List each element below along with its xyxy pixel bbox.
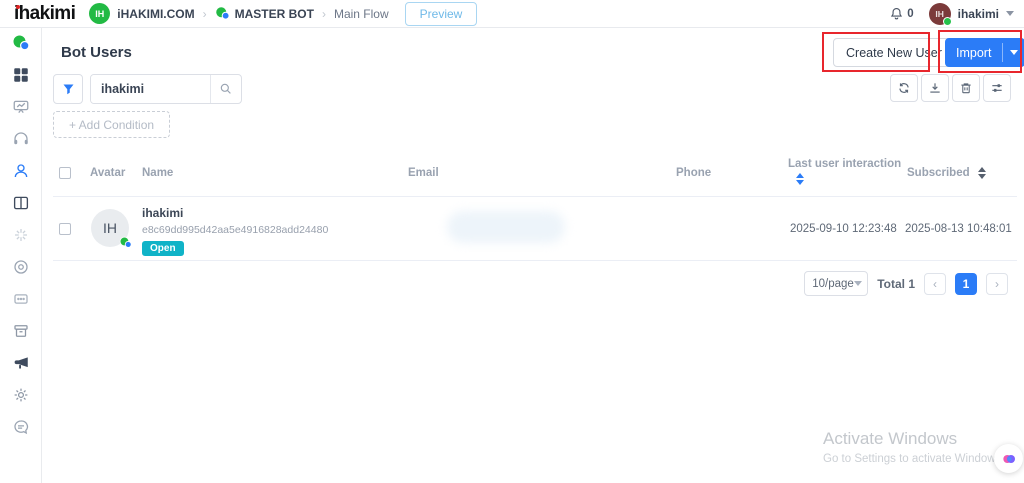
sidebar-item-disc-icon[interactable]	[12, 258, 30, 276]
sort-icon[interactable]	[977, 167, 986, 179]
filter-button[interactable]	[53, 74, 83, 104]
channel-chat-icon	[119, 236, 132, 249]
search-icon	[220, 83, 231, 94]
col-phone: Phone	[676, 167, 712, 179]
table-header: Avatar Name Email Phone Last user intera…	[53, 150, 1017, 197]
row-checkbox[interactable]	[59, 223, 71, 235]
user-menu-name[interactable]: ihakimi	[958, 7, 999, 21]
status-badge: Open	[142, 241, 184, 256]
row-last-interaction: 2025-09-10 12:23:48	[790, 223, 897, 235]
sidebar-item-comment-icon[interactable]	[12, 418, 30, 436]
brain-icon	[1002, 454, 1015, 463]
chevron-down-icon[interactable]	[1006, 11, 1014, 16]
col-subscribed[interactable]: Subscribed	[907, 167, 986, 179]
sidebar-item-sparkle-icon[interactable]	[12, 226, 30, 244]
col-last-interaction-label: Last user interaction	[788, 158, 902, 170]
sidebar-item-gear-icon[interactable]	[12, 386, 30, 404]
main-content: Bot Users Create New User Import + Add C…	[42, 28, 1024, 483]
assistant-float-button[interactable]	[994, 444, 1023, 473]
row-user-name[interactable]: ihakimi	[142, 206, 328, 220]
preview-button[interactable]: Preview	[404, 1, 478, 26]
email-redacted-blur	[447, 211, 565, 243]
table-toolbar	[890, 74, 1011, 102]
col-email: Email	[408, 167, 439, 179]
col-last-interaction[interactable]: Last user interaction	[788, 158, 901, 185]
col-name: Name	[142, 167, 174, 179]
sidebar-item-archive-box-icon[interactable]	[12, 322, 30, 340]
import-dropdown-toggle[interactable]	[1003, 38, 1024, 67]
notifications[interactable]: 0	[889, 6, 914, 21]
user-avatar[interactable]: IH	[928, 2, 952, 26]
bot-chat-icon	[215, 6, 230, 21]
sidebar-item-megaphone-icon[interactable]	[12, 354, 30, 372]
row-user-id: e8c69dd995d42aa5e4916828add24480	[142, 224, 329, 236]
import-button-label[interactable]: Import	[945, 38, 1002, 67]
workspace-avatar[interactable]: IH	[89, 3, 111, 24]
create-new-user-button[interactable]: Create New User	[833, 38, 955, 67]
sort-icon[interactable]	[796, 173, 804, 185]
table-row[interactable]: IH ihakimi e8c69dd995d42aa5e4916828add24…	[53, 197, 1017, 261]
trash-button[interactable]	[952, 74, 980, 102]
breadcrumb-workspace[interactable]: iHAKIMI.COM	[117, 7, 194, 21]
page-size-select[interactable]: 10/page	[804, 271, 869, 296]
chevron-down-icon	[853, 281, 862, 286]
watermark-subtitle: Go to Settings to activate Windows.	[823, 453, 1005, 465]
sidebar-item-headset-icon[interactable]	[12, 130, 30, 148]
row-subscribed: 2025-08-13 10:48:01	[905, 223, 1012, 235]
page-title: Bot Users	[61, 44, 132, 61]
pagination-total: Total 1	[877, 276, 915, 291]
sidebar-item-widget-card-icon[interactable]	[12, 290, 30, 308]
pagination: 10/page Total 1 ‹ 1 ›	[804, 271, 1008, 296]
top-bar: ihakimi IH iHAKIMI.COM › MASTER BOT › Ma…	[0, 0, 1024, 28]
brand-logo[interactable]: ihakimi	[14, 3, 76, 25]
refresh-button[interactable]	[890, 74, 918, 102]
search-submit[interactable]	[210, 75, 241, 103]
col-subscribed-label: Subscribed	[907, 167, 970, 180]
breadcrumb-separator: ›	[321, 6, 326, 21]
col-avatar: Avatar	[90, 167, 126, 179]
sidebar-item-presentation-board-icon[interactable]	[12, 98, 30, 116]
breadcrumb-bot[interactable]: MASTER BOT	[235, 7, 314, 21]
add-condition-button[interactable]: + Add Condition	[53, 111, 171, 138]
next-page-button[interactable]: ›	[986, 272, 1008, 295]
breadcrumb-separator: ›	[202, 6, 207, 21]
current-page-button[interactable]: 1	[955, 272, 977, 295]
sidebar-item-dashboard-grid-icon[interactable]	[12, 66, 30, 84]
import-split-button[interactable]: Import	[945, 38, 1024, 67]
search-box	[90, 74, 242, 104]
sidebar-item-columns-layout-icon[interactable]	[12, 194, 30, 212]
chevron-down-icon	[1010, 50, 1019, 55]
search-input[interactable]	[91, 75, 210, 103]
page-size-value: 10/page	[812, 277, 854, 290]
column-settings-button[interactable]	[983, 74, 1011, 102]
watermark-title: Activate Windows	[823, 429, 958, 448]
breadcrumb-flow[interactable]: Main Flow	[334, 7, 389, 21]
bell-icon	[889, 6, 904, 21]
sidebar-item-bot-users-icon[interactable]	[12, 162, 30, 180]
row-avatar: IH	[91, 209, 132, 249]
prev-page-button[interactable]: ‹	[924, 272, 946, 295]
avatar-initials: IH	[103, 220, 117, 236]
user-name-cell: ihakimi e8c69dd995d42aa5e4916828add24480…	[142, 206, 328, 256]
sidebar-item-chat-logo-icon[interactable]	[12, 34, 30, 52]
download-button[interactable]	[921, 74, 949, 102]
select-all-checkbox[interactable]	[59, 167, 71, 179]
notification-count: 0	[907, 7, 914, 20]
windows-activation-watermark: Activate Windows Go to Settings to activ…	[823, 429, 1005, 465]
sidebar-nav	[0, 28, 42, 483]
